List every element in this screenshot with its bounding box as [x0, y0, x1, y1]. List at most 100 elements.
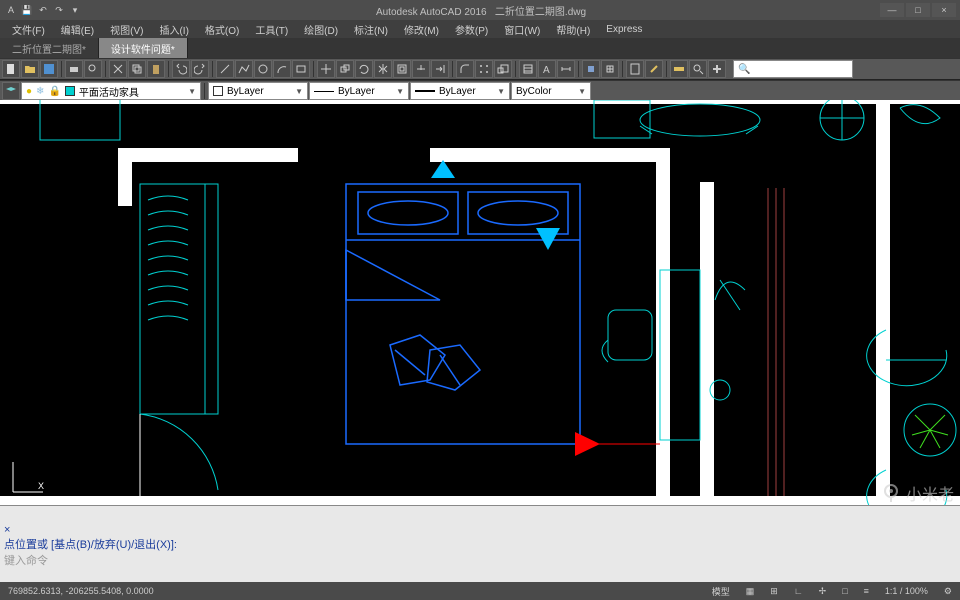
close-button[interactable]: × — [932, 3, 956, 17]
block-icon[interactable] — [582, 60, 600, 78]
hatch-icon[interactable] — [519, 60, 537, 78]
text-icon[interactable]: A — [538, 60, 556, 78]
pan-icon[interactable] — [708, 60, 726, 78]
mirror-icon[interactable] — [374, 60, 392, 78]
line-icon[interactable] — [216, 60, 234, 78]
wardrobe-block — [140, 184, 218, 414]
panel-lines — [768, 188, 784, 496]
statusbar: 769852.6313, -206255.5408, 0.0000 模型 ▦ ⊞… — [0, 582, 960, 600]
save-icon[interactable] — [40, 60, 58, 78]
plotstyle-dropdown[interactable]: ByColor ▼ — [511, 82, 591, 100]
plant-block — [904, 404, 956, 456]
bed-block[interactable] — [346, 184, 580, 444]
measure-icon[interactable] — [670, 60, 688, 78]
menu-parametric[interactable]: 参数(P) — [447, 20, 496, 38]
polyline-icon[interactable] — [235, 60, 253, 78]
toolbar-properties: ● ❄ 🔒 平面活动家具 ▼ ByLayer ▼ ByLayer ▼ ByLay… — [0, 80, 960, 102]
snap-toggle[interactable]: ⊞ — [766, 586, 782, 597]
osnap-toggle[interactable]: □ — [838, 586, 851, 596]
menu-view[interactable]: 视图(V) — [102, 20, 151, 38]
menu-dimension[interactable]: 标注(N) — [346, 20, 396, 38]
fillet-icon[interactable] — [456, 60, 474, 78]
menu-window[interactable]: 窗口(W) — [496, 20, 548, 38]
filetab-1[interactable]: 二折位置二期图* — [0, 38, 99, 58]
svg-text:X: X — [38, 481, 44, 491]
menubar: 文件(F) 编辑(E) 视图(V) 插入(I) 格式(O) 工具(T) 绘图(D… — [0, 20, 960, 38]
watermark: 小米老 — [880, 481, 954, 505]
cmd-input[interactable]: 键入命令 — [4, 555, 48, 567]
polar-toggle[interactable]: ✢ — [815, 586, 831, 597]
zoom-icon[interactable] — [689, 60, 707, 78]
open-icon[interactable] — [21, 60, 39, 78]
new-icon[interactable] — [2, 60, 20, 78]
properties-icon[interactable] — [626, 60, 644, 78]
rectangle-icon[interactable] — [292, 60, 310, 78]
menu-file[interactable]: 文件(F) — [4, 20, 53, 38]
gizmo-arrow-up[interactable] — [431, 160, 455, 178]
qat-more-icon[interactable]: ▾ — [68, 3, 82, 17]
zoom-readout[interactable]: 1:1 / 100% — [881, 586, 932, 596]
rotate-icon[interactable] — [355, 60, 373, 78]
qat-undo-icon[interactable]: ↶ — [36, 3, 50, 17]
lineweight-dropdown[interactable]: ByLayer ▼ — [410, 82, 510, 100]
commandline[interactable]: × 点位置或 [基点(B)/放弃(U)/退出(X)]: 键入命令 — [0, 505, 960, 582]
undo-icon[interactable] — [172, 60, 190, 78]
upper-furniture — [40, 100, 940, 140]
match-icon[interactable] — [645, 60, 663, 78]
pin-icon — [880, 482, 902, 504]
titlebar: A 💾 ↶ ↷ ▾ Autodesk AutoCAD 2016 二折位置二期图.… — [0, 0, 960, 20]
scale-icon[interactable] — [494, 60, 512, 78]
move-icon[interactable] — [317, 60, 335, 78]
linetype-dropdown[interactable]: ByLayer ▼ — [309, 82, 409, 100]
maximize-button[interactable]: □ — [906, 3, 930, 17]
menu-help[interactable]: 帮助(H) — [548, 20, 598, 38]
menu-insert[interactable]: 插入(I) — [151, 20, 196, 38]
bulb-icon: ● — [26, 86, 32, 97]
menu-draw[interactable]: 绘图(D) — [296, 20, 346, 38]
model-indicator[interactable]: 模型 — [708, 585, 734, 598]
trim-icon[interactable] — [412, 60, 430, 78]
grid-toggle[interactable]: ▦ — [742, 586, 759, 597]
search-box[interactable]: 🔍 — [733, 60, 853, 78]
menu-modify[interactable]: 修改(M) — [396, 20, 447, 38]
redo-icon[interactable] — [191, 60, 209, 78]
copy-icon[interactable] — [128, 60, 146, 78]
drawing-canvas[interactable]: X — [0, 100, 960, 505]
extend-icon[interactable] — [431, 60, 449, 78]
insert-icon[interactable] — [601, 60, 619, 78]
desk-block — [602, 270, 745, 440]
customize-icon[interactable]: ⚙ — [940, 586, 956, 597]
menu-edit[interactable]: 编辑(E) — [53, 20, 102, 38]
minimize-button[interactable]: — — [880, 3, 904, 17]
freeze-icon: ❄ — [36, 86, 44, 97]
layer-tool-icon[interactable] — [2, 82, 20, 100]
arc-icon[interactable] — [273, 60, 291, 78]
array-icon[interactable] — [475, 60, 493, 78]
filetabs: 二折位置二期图* 设计软件问题* — [0, 38, 960, 58]
menu-express[interactable]: Express — [598, 20, 650, 38]
paste-icon[interactable] — [147, 60, 165, 78]
preview-icon[interactable] — [84, 60, 102, 78]
titlebar-title: Autodesk AutoCAD 2016 二折位置二期图.dwg — [82, 3, 880, 18]
layer-dropdown[interactable]: ● ❄ 🔒 平面活动家具 ▼ — [21, 82, 201, 100]
dimension-icon[interactable] — [557, 60, 575, 78]
offset-icon[interactable] — [393, 60, 411, 78]
cut-icon[interactable] — [109, 60, 127, 78]
copy2-icon[interactable] — [336, 60, 354, 78]
print-icon[interactable] — [65, 60, 83, 78]
gizmo-arrow-right[interactable] — [575, 432, 600, 456]
qat-redo-icon[interactable]: ↷ — [52, 3, 66, 17]
menu-format[interactable]: 格式(O) — [197, 20, 247, 38]
ortho-toggle[interactable]: ∟ — [790, 586, 807, 596]
gizmo-arrow-down[interactable] — [536, 228, 560, 250]
cmd-close-icon[interactable]: × — [4, 524, 10, 536]
color-dropdown[interactable]: ByLayer ▼ — [208, 82, 308, 100]
menu-tools[interactable]: 工具(T) — [247, 20, 296, 38]
app-icon: A — [4, 3, 18, 17]
qat-save-icon[interactable]: 💾 — [20, 3, 34, 17]
lineweight-toggle[interactable]: ≡ — [860, 586, 873, 596]
lock-icon: 🔒 — [48, 86, 60, 97]
filetab-2[interactable]: 设计软件问题* — [99, 38, 188, 58]
circle-icon[interactable] — [254, 60, 272, 78]
door-arc — [140, 414, 218, 490]
